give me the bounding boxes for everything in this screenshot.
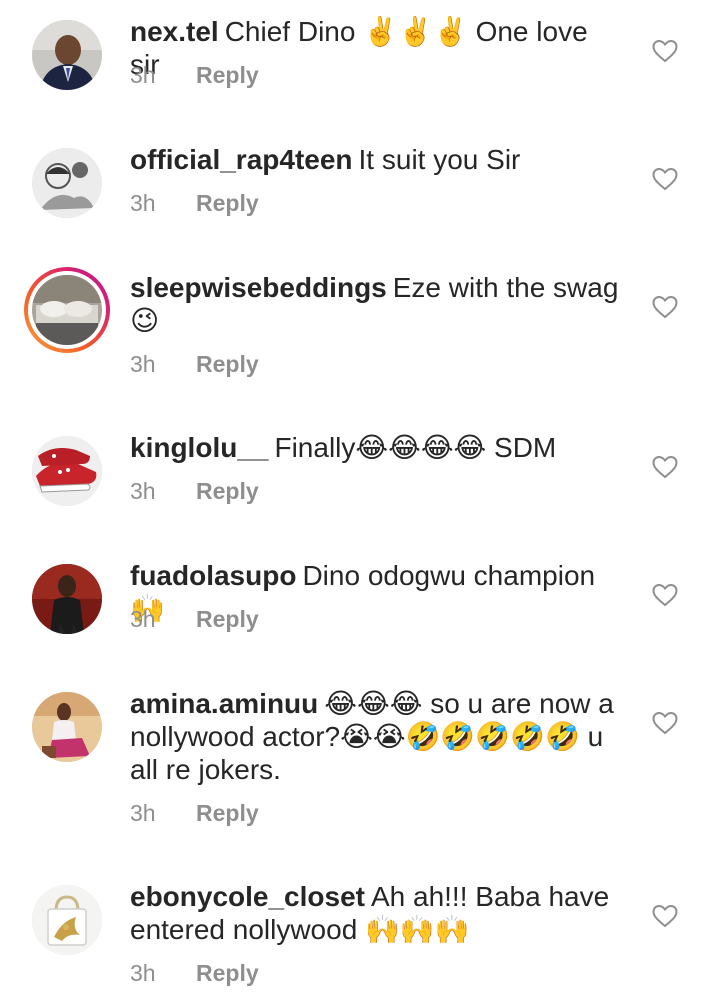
- avatar[interactable]: [32, 692, 102, 762]
- comment-text: amina.aminuu 😂😂😂 so u are now a nollywood…: [130, 687, 620, 786]
- comment-username[interactable]: nex.tel: [130, 16, 219, 47]
- comment-meta: 3h Reply: [130, 190, 259, 217]
- reply-button[interactable]: Reply: [196, 190, 259, 216]
- comment-text: kinglolu__ Finally😂😂😂😂 SDM: [130, 431, 620, 464]
- heart-outline-icon[interactable]: [652, 295, 678, 319]
- reply-button[interactable]: Reply: [196, 800, 259, 826]
- reply-button[interactable]: Reply: [196, 62, 259, 88]
- heart-outline-icon[interactable]: [652, 904, 678, 928]
- avatar-story-ring[interactable]: [24, 267, 110, 353]
- comment-username[interactable]: kinglolu__: [130, 432, 268, 463]
- avatar[interactable]: [32, 148, 102, 218]
- heart-outline-icon[interactable]: [652, 711, 678, 735]
- comment-time: 3h: [130, 62, 156, 88]
- profile-photo-man-in-suit: [32, 20, 102, 90]
- avatar[interactable]: [32, 20, 102, 90]
- heart-outline-icon[interactable]: [652, 39, 678, 63]
- heart-outline-icon[interactable]: [652, 167, 678, 191]
- comment-text: official_rap4teen It suit you Sir: [130, 143, 620, 176]
- heart-outline-icon[interactable]: [652, 583, 678, 607]
- comment-time: 3h: [130, 190, 156, 216]
- comment-meta: 3h Reply: [130, 800, 259, 827]
- avatar[interactable]: [32, 564, 102, 634]
- comment-username[interactable]: fuadolasupo: [130, 560, 296, 591]
- comment-text: ebonycole_closet Ah ah!!! Baba have enter…: [130, 880, 620, 946]
- comment-text: sleepwisebeddings Eze with the swag 😉: [130, 271, 620, 337]
- comment-time: 3h: [130, 960, 156, 986]
- comment-body: It suit you Sir: [358, 144, 521, 175]
- comment-username[interactable]: sleepwisebeddings: [130, 272, 387, 303]
- profile-photo-woman-seated: [32, 692, 102, 762]
- profile-photo-bed-pillows: [32, 275, 102, 345]
- comment-body: Finally😂😂😂😂 SDM: [274, 432, 557, 463]
- comment-meta: 3h Reply: [130, 478, 259, 505]
- avatar[interactable]: [32, 885, 102, 955]
- profile-photo-man-dark: [32, 564, 102, 634]
- comment-username[interactable]: official_rap4teen: [130, 144, 353, 175]
- comment-username[interactable]: amina.aminuu: [130, 688, 318, 719]
- comment-time: 3h: [130, 800, 156, 826]
- heart-outline-icon[interactable]: [652, 455, 678, 479]
- comment-time: 3h: [130, 351, 156, 377]
- profile-photo-handbag: [32, 885, 102, 955]
- comments-list: nex.tel Chief Dino ✌️✌️✌️ One love sir 3h…: [0, 0, 720, 1004]
- comment-meta: 3h Reply: [130, 960, 259, 987]
- comment-meta: 3h Reply: [130, 62, 259, 89]
- reply-button[interactable]: Reply: [196, 606, 259, 632]
- avatar[interactable]: [32, 436, 102, 506]
- comment-meta: 3h Reply: [130, 606, 259, 633]
- comment-time: 3h: [130, 606, 156, 632]
- comment-meta: 3h Reply: [130, 351, 259, 378]
- profile-photo-red-sneakers: [32, 436, 102, 506]
- reply-button[interactable]: Reply: [196, 351, 259, 377]
- profile-photo-sketch: [32, 148, 102, 218]
- comment-time: 3h: [130, 478, 156, 504]
- comment-username[interactable]: ebonycole_closet: [130, 881, 365, 912]
- reply-button[interactable]: Reply: [196, 478, 259, 504]
- reply-button[interactable]: Reply: [196, 960, 259, 986]
